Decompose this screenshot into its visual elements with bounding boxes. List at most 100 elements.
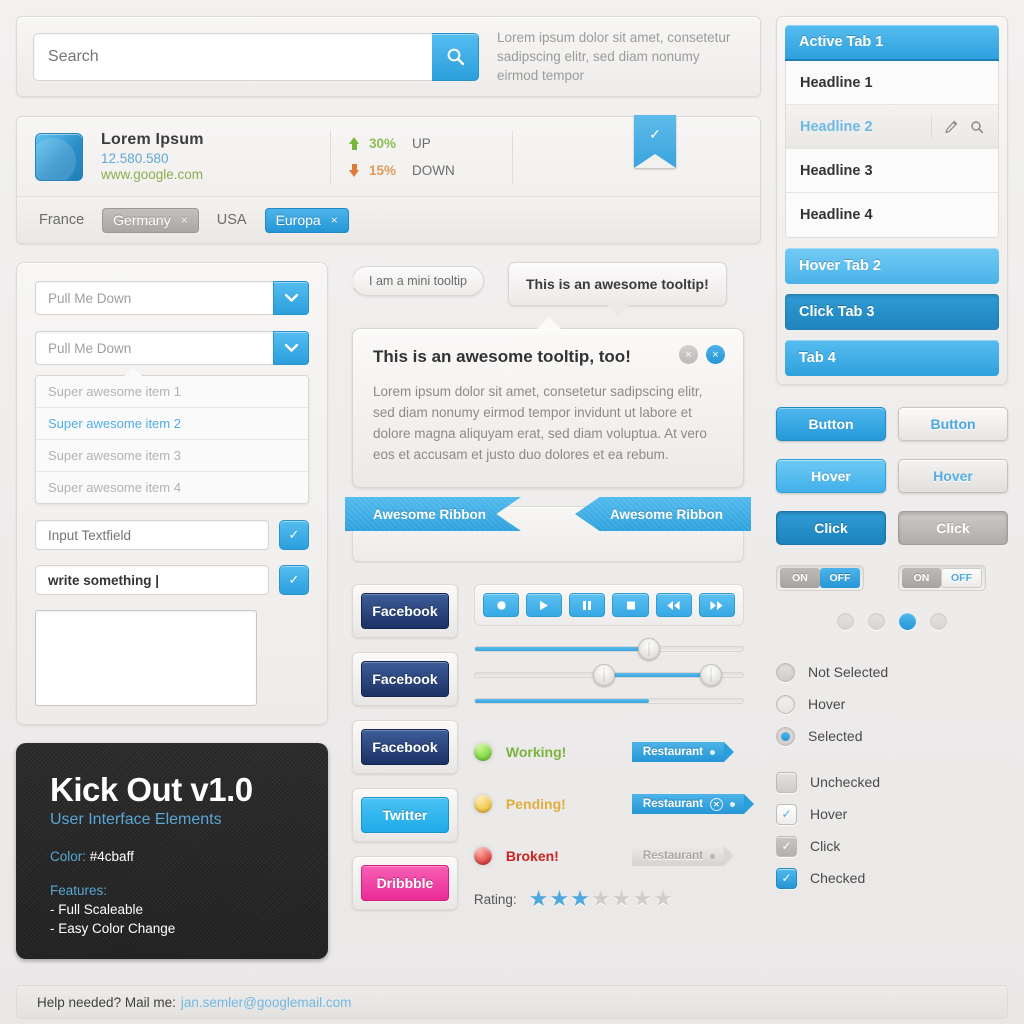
pager-dot-active[interactable] (899, 613, 916, 630)
button-secondary-active[interactable]: Click (898, 511, 1008, 545)
tab-plain[interactable]: Tab 4 (785, 340, 999, 376)
radio-option-hover[interactable]: Hover (776, 688, 1008, 720)
radio-icon[interactable] (776, 694, 795, 714)
checkbox-option-checked[interactable]: ✓ Checked (776, 862, 1008, 894)
checkbox-icon-checked[interactable]: ✓ (776, 867, 797, 889)
radio-icon[interactable] (776, 662, 795, 682)
slider-range[interactable] (473, 664, 744, 686)
price-tag[interactable]: Restaurant (631, 742, 735, 762)
dropdown-item[interactable]: Super awesome item 1 (36, 376, 308, 408)
slider-handle-low[interactable] (592, 664, 615, 686)
price-tag-removable[interactable]: Restaurant ✕ (631, 794, 755, 814)
star-icon[interactable]: ★ (529, 888, 549, 910)
toggle-on-label[interactable]: ON (780, 568, 820, 588)
checkbox-option-hover[interactable]: ✓ Hover (776, 798, 1008, 830)
button-primary-hover[interactable]: Hover (776, 459, 886, 493)
textarea-field[interactable] (35, 610, 257, 706)
toggle-on-label[interactable]: ON (902, 568, 941, 588)
slider-single[interactable] (473, 638, 744, 660)
facebook-button[interactable]: Facebook (361, 593, 449, 629)
close-icon[interactable]: × (181, 213, 188, 227)
dropdown-item[interactable]: Super awesome item 4 (36, 472, 308, 503)
headline-row-3[interactable]: Headline 3 (786, 149, 998, 193)
checkbox-icon[interactable]: ✓ (776, 771, 797, 793)
checkbox-option-click[interactable]: ✓ Click (776, 830, 1008, 862)
facebook-button[interactable]: Facebook (361, 729, 449, 765)
radio-icon-selected[interactable] (776, 726, 795, 746)
dropdown-1[interactable]: Pull Me Down (35, 281, 309, 315)
headline-row-4[interactable]: Headline 4 (786, 193, 998, 237)
slider-group (473, 638, 744, 704)
footer-email-link[interactable]: jan.semler@googlemail.com (181, 995, 352, 1010)
checkbox-option-unchecked[interactable]: ✓ Unchecked (776, 766, 1008, 798)
submit-button[interactable]: ✓ (279, 520, 309, 550)
close-icon[interactable]: ✕ (710, 797, 723, 811)
tag-germany[interactable]: Germany × (102, 207, 199, 233)
tag-usa[interactable]: USA (213, 212, 251, 228)
facebook-button[interactable]: Facebook (361, 661, 449, 697)
button-primary-active[interactable]: Click (776, 511, 886, 545)
star-icon[interactable]: ★ (591, 888, 611, 910)
chevron-down-icon[interactable] (273, 281, 309, 315)
tag-france[interactable]: France (35, 212, 88, 228)
checkbox-icon[interactable]: ✓ (776, 835, 797, 857)
pencil-icon[interactable] (944, 120, 958, 134)
pause-icon (582, 600, 592, 611)
button-primary[interactable]: Button (776, 407, 886, 441)
search-button[interactable] (432, 32, 479, 81)
toggle-off-label[interactable]: OFF (941, 568, 982, 588)
dropdown-item[interactable]: Super awesome item 3 (36, 440, 308, 472)
tab-click[interactable]: Click Tab 3 (785, 294, 999, 330)
submit-button[interactable]: ✓ (279, 565, 309, 595)
dropdown-menu: Super awesome item 1 Super awesome item … (35, 368, 309, 504)
pager-dot[interactable] (837, 613, 854, 630)
chevron-down-icon[interactable] (273, 331, 309, 365)
close-icon-grey[interactable]: × (679, 345, 698, 364)
star-icon[interactable]: ★ (632, 888, 652, 910)
star-icon[interactable]: ★ (653, 888, 673, 910)
record-button[interactable] (482, 593, 520, 617)
tag-europa[interactable]: Europa × (264, 207, 349, 233)
headline-row-1[interactable]: Headline 1 (786, 61, 998, 105)
dribbble-button[interactable]: Dribbble (361, 865, 449, 901)
bookmark-ribbon[interactable]: ✓ (634, 114, 676, 168)
button-secondary[interactable]: Button (898, 407, 1008, 441)
rewind-button[interactable] (655, 593, 692, 617)
pager-dot[interactable] (930, 613, 947, 630)
toggle-switch-white[interactable]: ON OFF (898, 565, 986, 591)
headline-row-2[interactable]: Headline 2 (786, 105, 998, 149)
dropdown-item[interactable]: Super awesome item 2 (36, 408, 308, 440)
fast-forward-button[interactable] (698, 593, 736, 617)
dropdown-2[interactable]: Pull Me Down (35, 331, 309, 365)
star-icon[interactable]: ★ (570, 888, 590, 910)
search-box[interactable] (33, 32, 479, 81)
tab-hover[interactable]: Hover Tab 2 (785, 248, 999, 284)
play-button[interactable] (526, 593, 563, 617)
toggle-switch-blue[interactable]: ON OFF (776, 565, 864, 591)
text-input[interactable] (35, 520, 269, 550)
radio-option-not-selected[interactable]: Not Selected (776, 656, 1008, 688)
search-icon[interactable] (970, 120, 984, 134)
toggle-off-label[interactable]: OFF (820, 568, 860, 588)
pause-button[interactable] (569, 593, 606, 617)
radio-option-selected[interactable]: Selected (776, 720, 1008, 752)
close-icon-blue[interactable]: × (706, 345, 725, 364)
search-input[interactable] (33, 32, 432, 81)
slider-handle[interactable] (638, 638, 661, 660)
star-icon[interactable]: ★ (612, 888, 632, 910)
checkbox-icon[interactable]: ✓ (776, 803, 797, 825)
form-panel: Pull Me Down Pull Me Down Super awesome … (16, 262, 328, 725)
play-icon (539, 600, 549, 611)
price-tag-disabled[interactable]: Restaurant (631, 846, 735, 866)
rating-stars[interactable]: ★ ★ ★ ★ ★ ★ ★ (529, 888, 673, 910)
star-icon[interactable]: ★ (549, 888, 569, 910)
pager-dot[interactable] (868, 613, 885, 630)
twitter-button[interactable]: Twitter (361, 797, 449, 833)
result-url[interactable]: www.google.com (101, 167, 330, 182)
slider-handle-high[interactable] (699, 664, 722, 686)
text-input-filled[interactable] (35, 565, 269, 595)
button-secondary-hover[interactable]: Hover (898, 459, 1008, 493)
close-icon[interactable]: × (331, 213, 338, 227)
tab-active[interactable]: Active Tab 1 (785, 25, 999, 61)
stop-button[interactable] (612, 593, 649, 617)
